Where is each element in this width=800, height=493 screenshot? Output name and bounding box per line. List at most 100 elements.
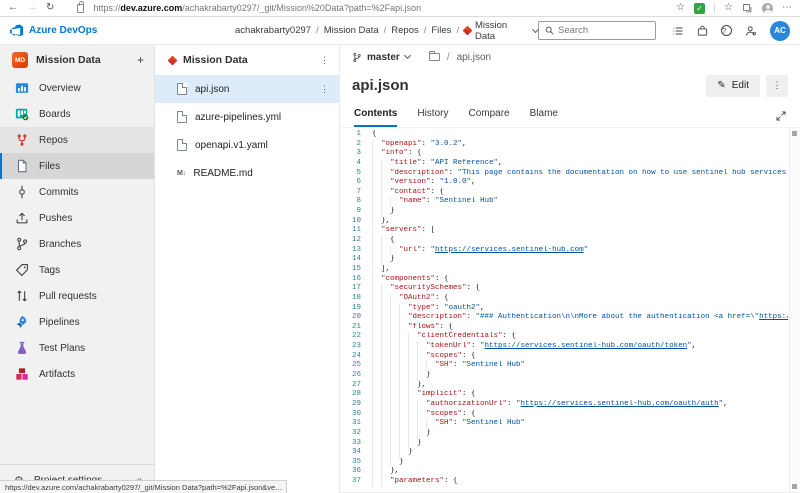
breadcrumb-item-mission-data[interactable]: Mission Data xyxy=(324,25,379,36)
collections-icon[interactable] xyxy=(742,3,753,14)
sidebar-item-overview[interactable]: Overview xyxy=(0,75,154,101)
file-item[interactable]: api.json ⋮ xyxy=(155,75,339,103)
sidebar-item-repos[interactable]: Repos xyxy=(0,127,154,153)
file-more-button[interactable]: ⋮ xyxy=(766,74,788,97)
file-path-bar: master / api.json xyxy=(340,45,800,69)
indent-guide xyxy=(372,380,381,391)
indent-guide xyxy=(417,399,426,410)
indent-guide xyxy=(372,303,381,314)
code-text: "title": "API Reference", xyxy=(372,158,788,169)
code-link[interactable]: https://docs.sentinel-hub.com xyxy=(759,313,788,321)
code-line: 4 "title": "API Reference", xyxy=(340,158,788,169)
file-tree-header[interactable]: Mission Data ⋮ xyxy=(155,45,339,75)
repo-selector[interactable]: Mission Data xyxy=(462,20,540,42)
sidebar-item-artifacts[interactable]: Artifacts xyxy=(0,361,154,387)
file-item[interactable]: azure-pipelines.yml xyxy=(155,103,339,131)
line-number: 19 xyxy=(351,303,361,312)
indent-guide xyxy=(372,216,381,227)
browser-forward-icon[interactable]: → xyxy=(27,3,37,13)
browser-profile-icon[interactable] xyxy=(762,2,773,14)
add-project-icon[interactable]: + xyxy=(137,53,144,67)
indent-guide xyxy=(372,399,381,410)
file-item[interactable]: openapi.v1.yaml xyxy=(155,131,339,159)
breadcrumb-item-repos[interactable]: Repos xyxy=(391,25,418,36)
code-token: : { xyxy=(462,409,476,418)
tab-blame[interactable]: Blame xyxy=(530,108,558,127)
fullscreen-icon[interactable] xyxy=(776,111,786,121)
code-link[interactable]: https://services.sentinel-hub.com xyxy=(435,246,584,254)
indent-guide xyxy=(381,313,390,323)
extension-icon[interactable]: ✓ xyxy=(694,2,706,14)
azure-devops-home-link[interactable]: Azure DevOps xyxy=(10,23,235,38)
sidebar-item-pull-requests[interactable]: Pull requests xyxy=(0,283,154,309)
search-box[interactable] xyxy=(538,21,656,40)
indent-guide xyxy=(381,255,390,265)
code-text: "components": { xyxy=(372,274,788,285)
sidebar-item-commits[interactable]: Commits xyxy=(0,179,154,205)
sidebar-item-boards[interactable]: Boards xyxy=(0,101,154,127)
indent-guide xyxy=(399,342,408,352)
indent-guide xyxy=(381,361,390,372)
tab-contents[interactable]: Contents xyxy=(354,108,398,127)
edit-button[interactable]: ✎ Edit xyxy=(706,74,760,97)
code-token: "securitySchemes" xyxy=(390,284,467,293)
sidebar-item-test-plans[interactable]: Test Plans xyxy=(0,335,154,361)
marketplace-bag-icon[interactable] xyxy=(697,25,708,37)
code-link[interactable]: https://services.sentinel-hub.com/oauth/… xyxy=(485,342,688,350)
file-item[interactable]: M↓ README.md xyxy=(155,159,339,187)
code-line: 22 "clientCredentials": { xyxy=(340,332,788,343)
line-number: 7 xyxy=(356,187,361,196)
indent-guide xyxy=(390,303,399,314)
code-token: } xyxy=(390,255,395,264)
help-icon[interactable]: ? xyxy=(721,25,732,36)
user-settings-icon[interactable] xyxy=(745,25,757,37)
editor-scrollbar[interactable] xyxy=(789,128,800,492)
indent-guide xyxy=(390,409,399,420)
pull-requests-icon xyxy=(14,289,29,304)
work-items-icon[interactable] xyxy=(672,25,684,37)
line-number: 30 xyxy=(351,409,361,418)
code-token: } xyxy=(408,448,413,457)
indent-guide xyxy=(390,342,399,352)
code-token: : xyxy=(421,158,431,167)
code-token: : xyxy=(448,168,458,177)
sidebar-item-branches[interactable]: Branches xyxy=(0,231,154,257)
breadcrumb-item-files[interactable]: Files xyxy=(431,25,451,36)
indent-guide xyxy=(372,448,381,458)
code-line: 14} xyxy=(340,255,788,265)
indent-guide xyxy=(381,187,390,198)
project-header[interactable]: MD Mission Data + xyxy=(0,45,154,75)
folder-icon[interactable] xyxy=(428,51,440,61)
code-token: : xyxy=(471,342,481,351)
code-token: }, xyxy=(390,467,400,476)
repo-more-icon[interactable]: ⋮ xyxy=(320,55,329,65)
file-name: openapi.v1.yaml xyxy=(195,139,268,151)
sidebar-item-pushes[interactable]: Pushes xyxy=(0,205,154,231)
browser-menu-icon[interactable]: ⋯ xyxy=(782,3,792,13)
sidebar-item-pipelines[interactable]: Pipelines xyxy=(0,309,154,335)
browser-back-icon[interactable]: ← xyxy=(8,3,18,13)
favorites-bar-icon[interactable]: ☆ xyxy=(724,3,733,13)
user-avatar[interactable]: AC xyxy=(770,20,790,41)
repos-icon xyxy=(14,133,29,148)
address-url[interactable]: https://dev.azure.com/achakrabarty0297/_… xyxy=(93,3,667,13)
code-token: "url" xyxy=(399,245,422,254)
code-token: "name" xyxy=(399,197,427,206)
branch-selector[interactable]: master xyxy=(352,52,411,63)
document-file-icon xyxy=(177,111,187,123)
browser-refresh-icon[interactable]: ↻ xyxy=(46,3,54,13)
sidebar-item-files[interactable]: Files xyxy=(0,153,154,179)
code-line: 36}, xyxy=(340,467,788,478)
tab-history[interactable]: History xyxy=(417,108,448,127)
favorite-star-icon[interactable]: ☆ xyxy=(676,3,685,13)
indent-guide xyxy=(381,419,390,429)
search-input[interactable] xyxy=(558,25,638,36)
code-link[interactable]: https://services.sentinel-hub.com/oauth/… xyxy=(521,400,719,408)
breadcrumb-item-achakrabarty0297[interactable]: achakrabarty0297 xyxy=(235,25,311,36)
code-line: 8 "name": "Sentinel Hub" xyxy=(340,197,788,208)
tab-compare[interactable]: Compare xyxy=(468,108,509,127)
search-icon xyxy=(545,26,554,35)
code-text: "servers": [ xyxy=(372,226,788,237)
sidebar-item-tags[interactable]: Tags xyxy=(0,257,154,283)
file-more-icon[interactable]: ⋮ xyxy=(320,84,329,94)
